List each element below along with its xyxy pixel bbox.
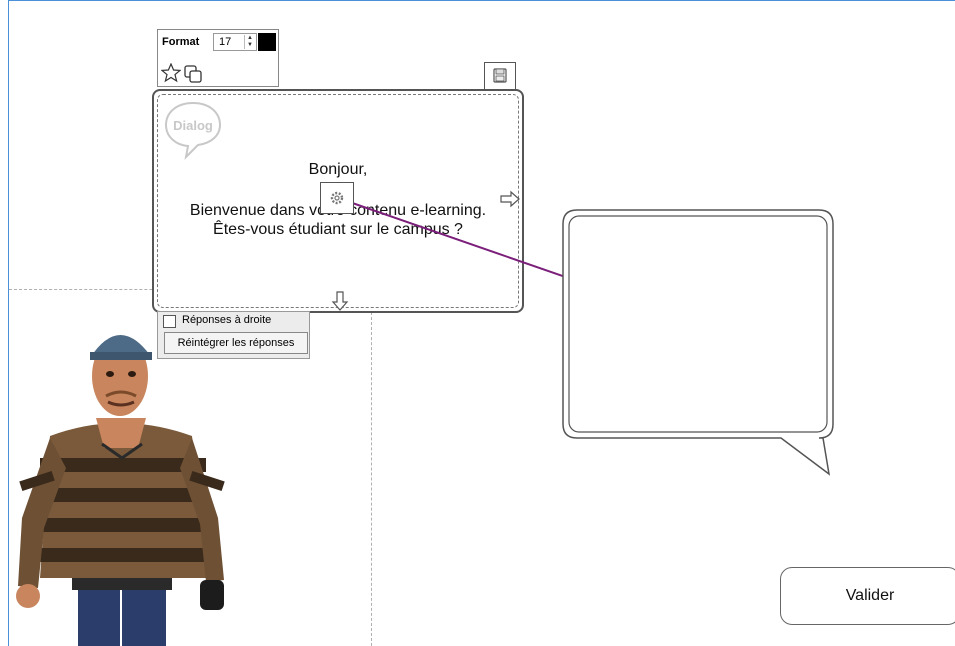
duplicate-icon[interactable]: [183, 64, 203, 84]
responses-right-label: Réponses à droite: [182, 314, 272, 326]
character-image[interactable]: [10, 318, 240, 646]
format-toolbar: Format 17 ▲ ▼: [157, 29, 279, 87]
format-label: Format: [162, 36, 200, 48]
dialog-bubble-icon: Dialog: [164, 101, 222, 160]
dialog-icon-text: Dialog: [173, 118, 213, 133]
resize-right-arrow-icon[interactable]: [499, 189, 521, 209]
star-icon[interactable]: [161, 63, 181, 83]
font-size-stepper[interactable]: 17 ▲ ▼: [213, 33, 257, 51]
save-button[interactable]: [484, 62, 516, 90]
reintegrate-responses-button[interactable]: Réintégrer les réponses: [164, 332, 308, 354]
dialog-line-3: Êtes-vous étudiant sur le campus ?: [213, 221, 463, 238]
floppy-disk-icon: [493, 68, 507, 83]
layout-guide-vertical: [371, 312, 372, 646]
speech-bubble[interactable]: [561, 208, 837, 478]
stepper-arrows-icon[interactable]: ▲ ▼: [244, 35, 255, 49]
gear-icon: [330, 191, 344, 205]
font-size-value: 17: [219, 36, 232, 48]
valider-button[interactable]: Valider: [780, 567, 955, 625]
responses-panel: Réponses à droite Réintégrer les réponse…: [157, 311, 310, 359]
settings-button[interactable]: [320, 182, 354, 214]
responses-right-checkbox[interactable]: [163, 315, 176, 328]
window-top-border: [8, 0, 955, 1]
color-picker-swatch[interactable]: [258, 33, 276, 51]
window-left-border: [0, 0, 9, 646]
dialog-line-1: Bonjour,: [308, 161, 368, 178]
resize-down-arrow-icon[interactable]: [330, 290, 350, 312]
